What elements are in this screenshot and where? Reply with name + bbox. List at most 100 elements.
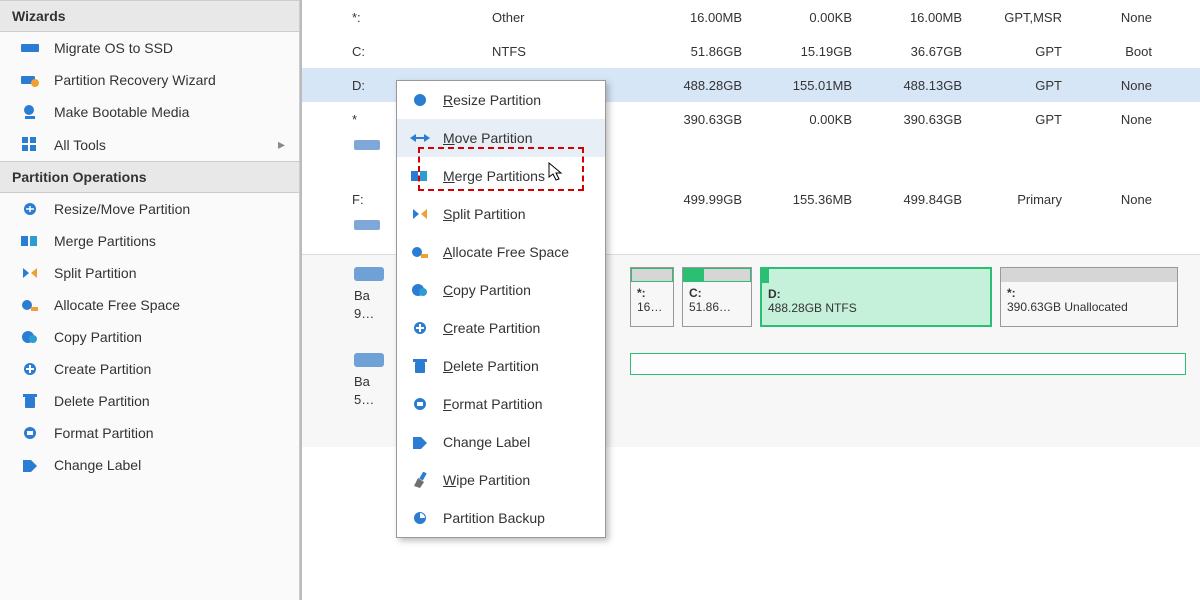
cell-status: None: [1062, 78, 1152, 93]
cm-move-partition[interactable]: Move Partition: [397, 119, 605, 157]
context-menu: Resize Partition Move Partition Merge Pa…: [396, 80, 606, 538]
cm-change-label[interactable]: Change Label: [397, 423, 605, 461]
operations-header: Partition Operations: [0, 161, 299, 193]
format-icon: [20, 425, 40, 441]
cm-delete-partition[interactable]: Delete Partition: [397, 347, 605, 385]
cell-free: 390.63GB: [852, 112, 962, 127]
copy-icon: [20, 329, 40, 345]
sidebar-item-allocate[interactable]: Allocate Free Space: [0, 289, 299, 321]
cm-label: Format Partition: [443, 396, 543, 412]
cm-resize-partition[interactable]: Resize Partition: [397, 81, 605, 119]
cell-free: 488.13GB: [852, 78, 962, 93]
sidebar-item-label: All Tools: [54, 137, 106, 153]
wipe-icon: [409, 471, 431, 489]
cm-label: Partition Backup: [443, 510, 545, 526]
sidebar-item-bootable-media[interactable]: Make Bootable Media: [0, 96, 299, 128]
cell-free: 499.84GB: [852, 192, 962, 207]
disk-block-full[interactable]: [630, 353, 1186, 375]
cm-format-partition[interactable]: Format Partition: [397, 385, 605, 423]
label-icon: [20, 457, 40, 473]
sidebar-item-recovery-wizard[interactable]: Partition Recovery Wizard: [0, 64, 299, 96]
cell-used: 15.19GB: [742, 44, 852, 59]
sidebar-item-label: Partition Recovery Wizard: [54, 72, 216, 88]
cell-status: None: [1062, 10, 1152, 25]
cm-label: Merge Partitions: [443, 168, 545, 184]
bootable-icon: [20, 104, 40, 120]
cell-size: 499.99GB: [632, 192, 742, 207]
create-icon: [20, 361, 40, 377]
create-icon: [409, 319, 431, 337]
sidebar-item-label: Migrate OS to SSD: [54, 40, 173, 56]
disk-block-star1[interactable]: *:16…: [630, 267, 674, 327]
format-icon: [409, 395, 431, 413]
cm-wipe-partition[interactable]: Wipe Partition: [397, 461, 605, 499]
cm-label: Wipe Partition: [443, 472, 530, 488]
disk-block-d-selected[interactable]: D:488.28GB NTFS: [760, 267, 992, 327]
cm-label: Move Partition: [443, 130, 533, 146]
resize-icon: [20, 201, 40, 217]
disk-block-unallocated[interactable]: *:390.63GB Unallocated: [1000, 267, 1178, 327]
table-row[interactable]: C: NTFS 51.86GB 15.19GB 36.67GB GPT Boot: [302, 34, 1200, 68]
sidebar-item-resize-move[interactable]: Resize/Move Partition: [0, 193, 299, 225]
cell-drive: C:: [312, 44, 492, 59]
cell-type: GPT: [962, 44, 1062, 59]
sidebar-item-label: Merge Partitions: [54, 233, 156, 249]
sidebar-item-delete[interactable]: Delete Partition: [0, 385, 299, 417]
cell-size: 488.28GB: [632, 78, 742, 93]
cell-fs: NTFS: [492, 44, 632, 59]
sidebar-item-label: Delete Partition: [54, 393, 150, 409]
cell-status: None: [1062, 112, 1152, 127]
sidebar-item-change-label[interactable]: Change Label: [0, 449, 299, 481]
disk-ssd-icon: [20, 40, 40, 56]
cm-split-partition[interactable]: Split Partition: [397, 195, 605, 233]
sidebar-item-format[interactable]: Format Partition: [0, 417, 299, 449]
sidebar-item-merge[interactable]: Merge Partitions: [0, 225, 299, 257]
sidebar-item-label: Create Partition: [54, 361, 151, 377]
cm-copy-partition[interactable]: Copy Partition: [397, 271, 605, 309]
sidebar-item-label: Allocate Free Space: [54, 297, 180, 313]
cell-size: 390.63GB: [632, 112, 742, 127]
cell-type: Primary: [962, 192, 1062, 207]
recovery-icon: [20, 72, 40, 88]
tools-icon: [20, 137, 40, 153]
delete-icon: [20, 393, 40, 409]
backup-icon: [409, 509, 431, 527]
disk-icon: [354, 267, 384, 281]
cell-size: 51.86GB: [632, 44, 742, 59]
sidebar-item-create[interactable]: Create Partition: [0, 353, 299, 385]
cell-drive: *:: [312, 10, 492, 25]
cm-create-partition[interactable]: Create Partition: [397, 309, 605, 347]
sidebar-item-copy[interactable]: Copy Partition: [0, 321, 299, 353]
split-icon: [20, 265, 40, 281]
sidebar-item-all-tools[interactable]: All Tools ▸: [0, 128, 299, 161]
sidebar-item-migrate-os[interactable]: Migrate OS to SSD: [0, 32, 299, 64]
cm-label: Resize Partition: [443, 92, 541, 108]
cm-allocate-free-space[interactable]: Allocate Free Space: [397, 233, 605, 271]
sidebar-item-split[interactable]: Split Partition: [0, 257, 299, 289]
sidebar-item-label: Resize/Move Partition: [54, 201, 190, 217]
copy-icon: [409, 281, 431, 299]
sidebar-item-label: Format Partition: [54, 425, 154, 441]
cm-merge-partitions[interactable]: Merge Partitions: [397, 157, 605, 195]
cell-used: 155.36MB: [742, 192, 852, 207]
split-icon: [409, 205, 431, 223]
cm-partition-backup[interactable]: Partition Backup: [397, 499, 605, 537]
cm-label: Copy Partition: [443, 282, 531, 298]
cell-used: 155.01MB: [742, 78, 852, 93]
cm-label: Create Partition: [443, 320, 540, 336]
cm-label: Allocate Free Space: [443, 244, 569, 260]
wizards-header: Wizards: [0, 0, 299, 32]
merge-icon: [20, 233, 40, 249]
cell-type: GPT: [962, 78, 1062, 93]
table-row[interactable]: *: Other 16.00MB 0.00KB 16.00MB GPT,MSR …: [302, 0, 1200, 34]
disk-block-c[interactable]: C:51.86…: [682, 267, 752, 327]
cell-used: 0.00KB: [742, 112, 852, 127]
cell-type: GPT: [962, 112, 1062, 127]
cell-used: 0.00KB: [742, 10, 852, 25]
sidebar-item-label: Change Label: [54, 457, 141, 473]
disk-icon: [354, 353, 384, 367]
sidebar-item-label: Copy Partition: [54, 329, 142, 345]
cell-free: 36.67GB: [852, 44, 962, 59]
cell-status: Boot: [1062, 44, 1152, 59]
delete-icon: [409, 357, 431, 375]
